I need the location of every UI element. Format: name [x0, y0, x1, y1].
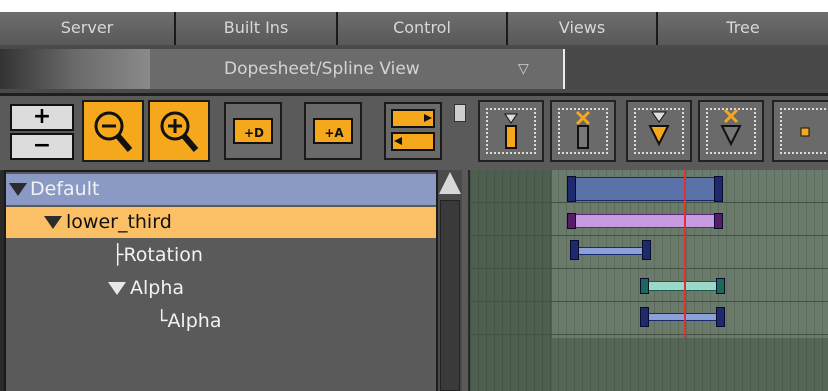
- delete-key-all-button[interactable]: [698, 100, 764, 162]
- key-square-button[interactable]: [772, 100, 828, 162]
- scroll-up-arrow-icon[interactable]: [439, 172, 461, 194]
- view-bar-empty: [567, 49, 828, 89]
- keyframe-bar-rotation[interactable]: [574, 247, 644, 255]
- add-director-icon: +D: [233, 118, 273, 144]
- move-keys-button[interactable]: [384, 102, 442, 160]
- tree-scrollbar[interactable]: [436, 170, 462, 391]
- tree-item-label: Default: [30, 178, 100, 200]
- add-key-all-icon: [648, 111, 670, 147]
- playhead[interactable]: [684, 170, 686, 338]
- view-bar-shade: [0, 49, 150, 89]
- keyframe-bar-alpha[interactable]: [642, 281, 720, 291]
- keyframe-end[interactable]: [714, 176, 723, 202]
- track-separator: [470, 334, 828, 335]
- keyframe-end[interactable]: [716, 307, 725, 327]
- keyframe-start[interactable]: [567, 176, 576, 202]
- svg-text:+A: +A: [324, 126, 344, 140]
- add-key-button[interactable]: [478, 100, 544, 162]
- scroll-thumb[interactable]: [440, 200, 460, 391]
- keyframe-end[interactable]: [642, 240, 651, 260]
- tab-control[interactable]: Control: [338, 12, 508, 45]
- tree-item-default[interactable]: Default: [6, 174, 436, 205]
- dopesheet-timeline[interactable]: [470, 170, 828, 391]
- zoom-in-button[interactable]: [148, 100, 210, 162]
- keyframe-bar-alpha-channel[interactable]: [644, 313, 720, 321]
- tab-tree[interactable]: Tree: [658, 12, 828, 45]
- zoom-plus-button[interactable]: +: [10, 104, 74, 131]
- track-separator: [470, 235, 828, 236]
- keyframe-start[interactable]: [570, 240, 579, 260]
- tab-server[interactable]: Server: [0, 12, 176, 45]
- delete-key-button[interactable]: [550, 100, 616, 162]
- keyframe-end[interactable]: [716, 278, 725, 294]
- tree-item-label: ├Rotation: [112, 244, 203, 266]
- keyframe-end[interactable]: [714, 213, 723, 229]
- collapse-triangle-icon[interactable]: [104, 273, 130, 304]
- tree-item-label: Alpha: [130, 277, 185, 299]
- add-key-icon: [504, 113, 518, 149]
- menu-bar: Server Built Ins Control Views Tree: [0, 12, 828, 45]
- delete-key-all-icon: [720, 108, 742, 147]
- track-separator: [470, 268, 828, 269]
- add-key-all-button[interactable]: [626, 100, 692, 162]
- add-action-icon: +A: [313, 118, 353, 144]
- scene-tree: Default lower_third ├Rotation Alpha └Alp…: [4, 170, 436, 391]
- tree-item-label: lower_third: [66, 211, 172, 233]
- splitter-handle[interactable]: [454, 104, 466, 122]
- track-separator: [470, 202, 828, 203]
- collapse-triangle-icon[interactable]: [6, 174, 30, 205]
- zoom-stepper: + −: [10, 104, 74, 162]
- zoom-minus-button[interactable]: −: [10, 133, 74, 160]
- add-director-button[interactable]: +D: [224, 102, 282, 160]
- key-square-icon: [800, 127, 810, 137]
- tree-item-alpha-channel[interactable]: └Alpha: [6, 306, 221, 337]
- triangle-down-icon: ▽: [518, 61, 529, 77]
- keyframe-bar-default[interactable]: [570, 177, 722, 201]
- view-selector-label: Dopesheet/Spline View: [224, 59, 420, 79]
- keyframe-start[interactable]: [640, 307, 649, 327]
- magnifier-minus-icon: [94, 111, 133, 152]
- svg-text:+D: +D: [244, 126, 264, 140]
- keyframe-start[interactable]: [567, 213, 576, 229]
- keyframe-bar-lower-third[interactable]: [570, 214, 722, 228]
- tab-views[interactable]: Views: [508, 12, 658, 45]
- view-bar: Dopesheet/Spline View ▽: [0, 45, 828, 93]
- zoom-out-button[interactable]: [82, 100, 144, 162]
- magnifier-plus-icon: [160, 111, 199, 152]
- track-separator: [470, 301, 828, 302]
- tab-built-ins[interactable]: Built Ins: [176, 12, 338, 45]
- move-keys-icon: [391, 109, 435, 151]
- tree-item-label: └Alpha: [156, 310, 222, 332]
- tree-item-alpha[interactable]: Alpha: [6, 273, 184, 304]
- caption-strip: [0, 0, 828, 12]
- keyframe-start[interactable]: [640, 278, 649, 294]
- add-action-button[interactable]: +A: [304, 102, 362, 160]
- view-selector-dropdown[interactable]: Dopesheet/Spline View ▽: [150, 49, 565, 89]
- delete-key-icon: [575, 110, 591, 149]
- tree-item-rotation[interactable]: ├Rotation: [6, 240, 203, 271]
- collapse-triangle-icon[interactable]: [40, 207, 66, 238]
- tree-item-lower-third[interactable]: lower_third: [6, 207, 436, 238]
